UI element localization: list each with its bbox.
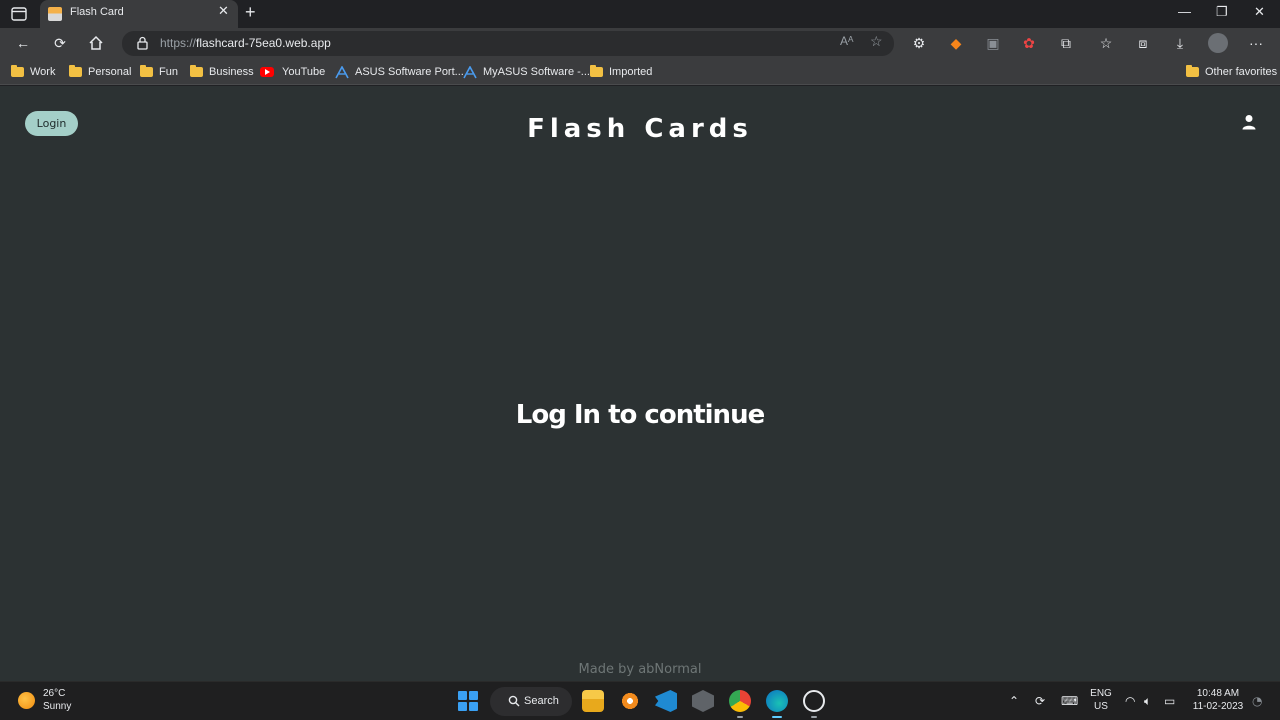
bookmark-myasus-software[interactable]: MyASUS Software -... [463, 64, 590, 80]
flash-cards-page: Login Flash Cards Log In to continue Mad… [0, 86, 1280, 681]
more-options-icon[interactable]: ··· [1246, 33, 1266, 53]
bookmark-imported[interactable]: Imported [590, 64, 652, 80]
folder-icon [190, 65, 203, 77]
language-code[interactable]: ENG [1088, 688, 1114, 699]
favorites-icon[interactable]: ☆ [1096, 33, 1116, 53]
clock-app-icon[interactable] [803, 690, 825, 712]
page-title: Flash Cards [527, 114, 753, 144]
language-region[interactable]: US [1088, 701, 1114, 712]
flash-card-favicon-icon [48, 7, 62, 21]
user-icon[interactable] [1242, 114, 1256, 130]
extensions-puzzle-icon[interactable]: ⧉ [1056, 33, 1076, 53]
bookmark-work[interactable]: Work [11, 64, 55, 80]
youtube-icon [260, 67, 274, 77]
weather-description: Sunny [43, 701, 72, 712]
notifications-icon[interactable]: ◔ [1252, 694, 1262, 708]
tab-title: Flash Card [70, 6, 124, 18]
folder-icon [1186, 65, 1199, 77]
bookmark-business[interactable]: Business [190, 64, 254, 80]
url-text: https://flashcard-75ea0.web.app [160, 36, 331, 50]
bookmark-fun[interactable]: Fun [140, 64, 178, 80]
vscode-icon[interactable] [655, 690, 677, 712]
color-picker-extension-icon[interactable]: ✿ [1019, 33, 1039, 53]
sunny-weather-icon[interactable] [18, 692, 35, 709]
login-prompt-message: Log In to continue [515, 400, 765, 430]
unity-hub-icon[interactable] [692, 690, 714, 712]
clock-running-indicator [811, 716, 817, 718]
browser-toolbar: ← ⟳ https://flashcard-75ea0.web.app Aᴬ ☆… [0, 28, 1280, 58]
search-label: Search [524, 695, 559, 707]
collections-icon[interactable]: ⧈ [1133, 33, 1153, 53]
home-icon[interactable] [86, 33, 106, 53]
profile-avatar[interactable] [1208, 33, 1228, 53]
metamask-extension-icon[interactable]: ◆ [946, 33, 966, 53]
folder-icon [11, 65, 24, 77]
minimize-icon[interactable]: — [1178, 4, 1191, 19]
folder-icon [590, 65, 603, 77]
new-tab-icon[interactable]: + [245, 2, 256, 23]
volume-icon[interactable]: 🔈︎ [1144, 694, 1151, 709]
windows-start-icon[interactable] [458, 691, 478, 711]
browser-tab-bar: Flash Card ✕ + — ❐ ✕ [0, 0, 1280, 28]
favorite-star-icon[interactable]: ☆ [870, 33, 883, 50]
chrome-icon[interactable] [729, 690, 751, 712]
bookmark-other-favorites[interactable]: Other favorites [1186, 64, 1277, 80]
weather-temperature: 26°C [43, 688, 66, 699]
chrome-running-indicator [737, 716, 743, 718]
window-close-icon[interactable]: ✕ [1254, 4, 1265, 20]
bookmark-personal[interactable]: Personal [69, 64, 131, 80]
bookmark-youtube[interactable]: YouTube [260, 64, 325, 80]
taskbar-search-button[interactable]: Search [490, 687, 572, 716]
folder-icon [69, 65, 82, 77]
blender-icon[interactable] [619, 690, 641, 712]
sync-icon[interactable]: ⟳ [1035, 694, 1045, 708]
folder-icon [140, 65, 153, 77]
tab-actions-icon[interactable] [10, 5, 28, 23]
read-aloud-icon[interactable]: Aᴬ [840, 34, 853, 48]
show-hidden-icons-chevron-icon[interactable]: ⌃ [1009, 694, 1019, 708]
browser-tab[interactable]: Flash Card ✕ [40, 0, 238, 28]
asus-icon [335, 65, 349, 78]
bookmarks-bar: Work Personal Fun Business YouTube ASUS … [0, 58, 1280, 85]
clock-time[interactable]: 10:48 AM [1188, 688, 1248, 699]
address-bar[interactable]: https://flashcard-75ea0.web.app Aᴬ ☆ [122, 31, 894, 56]
wifi-icon[interactable]: ◠ [1125, 694, 1135, 708]
restore-icon[interactable]: ❐ [1216, 4, 1228, 20]
back-arrow-icon[interactable]: ← [13, 33, 33, 53]
edge-icon[interactable] [766, 690, 788, 712]
battery-icon[interactable]: ▭ [1164, 694, 1175, 708]
edge-active-indicator [772, 716, 782, 718]
file-explorer-icon[interactable] [582, 690, 604, 712]
reload-icon[interactable]: ⟳ [50, 33, 70, 53]
lock-icon [137, 36, 148, 50]
keyboard-icon[interactable]: ⌨ [1061, 694, 1078, 708]
clock-date[interactable]: 11-02-2023 [1188, 701, 1248, 712]
asus-icon [463, 65, 477, 78]
downloads-icon[interactable]: ⤓ [1170, 33, 1190, 53]
tab-close-icon[interactable]: ✕ [218, 4, 229, 19]
extension-gear-icon[interactable]: ⚙ [909, 33, 929, 53]
footer-credit: Made by abNormal [578, 662, 702, 677]
search-icon [508, 695, 520, 707]
extension-shield-icon[interactable]: ▣ [983, 33, 1003, 53]
bookmark-asus-software-portal[interactable]: ASUS Software Port... [335, 64, 464, 80]
windows-taskbar: 26°C Sunny Search ⌃ ⟳ ⌨ ENG US ◠ 🔈︎ ▭ 10… [0, 681, 1280, 720]
